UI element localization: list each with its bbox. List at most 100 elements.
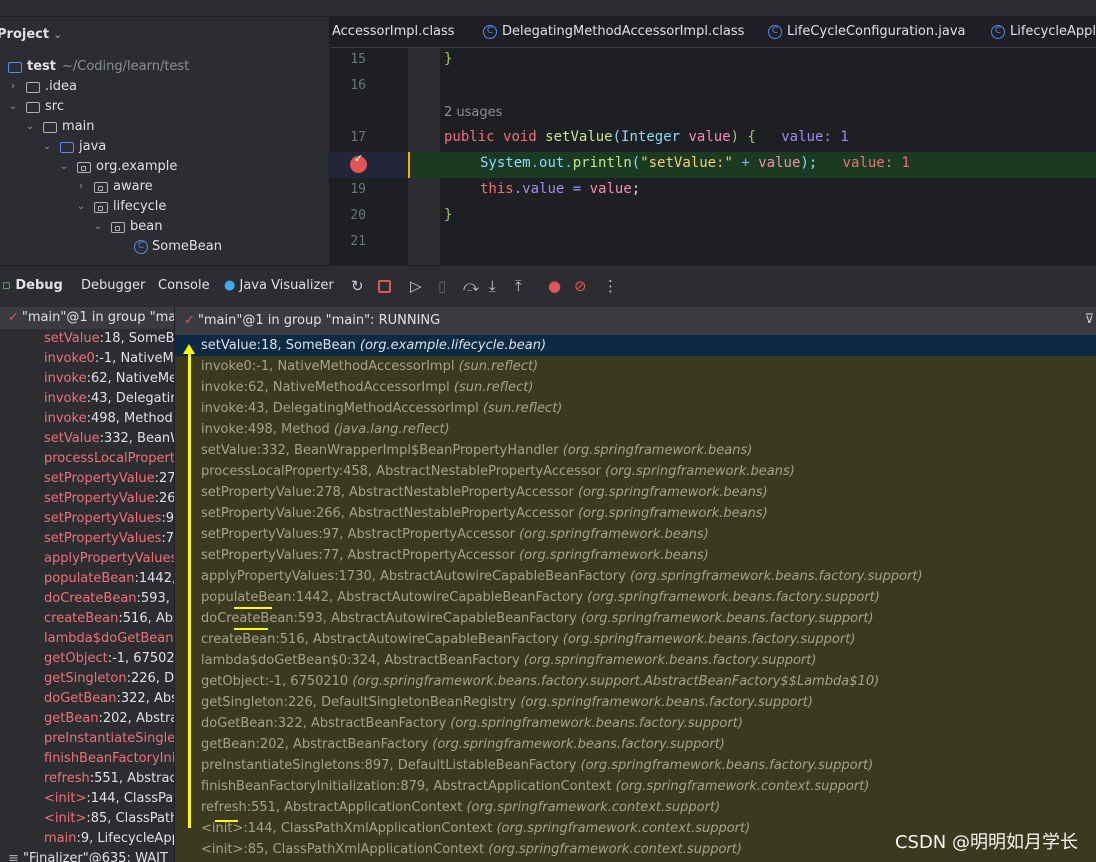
frame-item[interactable]: invoke0:-1, NativeMethodAccessorImpl <box>0 349 174 369</box>
stop-icon[interactable] <box>378 280 391 293</box>
tab-debugger[interactable]: Debugger <box>81 278 145 293</box>
step-over-icon[interactable]: ⤼ <box>463 277 479 295</box>
chevron-down-icon[interactable]: ⌄ <box>40 137 54 157</box>
pause-icon[interactable]: ▯ <box>438 277 446 295</box>
tree-item-lifecycle[interactable]: ⌄ lifecycle <box>74 197 167 217</box>
frame-row[interactable]: applyPropertyValues:1730, AbstractAutowi… <box>175 566 1096 587</box>
frame-row[interactable]: finishBeanFactoryInitialization:879, Abs… <box>175 776 1096 797</box>
frame-row[interactable]: getObject:-1, 6750210 (org.springframewo… <box>175 671 1096 692</box>
token: + <box>741 155 750 171</box>
frame-item[interactable]: refresh:551, AbstractApplicationContext <box>0 769 174 789</box>
frame-row[interactable]: invoke0:-1, NativeMethodAccessorImpl (su… <box>175 356 1096 377</box>
frame-row[interactable]: setPropertyValues:77, AbstractPropertyAc… <box>175 545 1096 566</box>
frame-row[interactable]: setValue:18, SomeBean (org.example.lifec… <box>175 335 1096 356</box>
tree-item-aware[interactable]: › aware <box>74 177 153 197</box>
frame-row[interactable]: setValue:332, BeanWrapperImpl$BeanProper… <box>175 440 1096 461</box>
thread-finalizer[interactable]: ≡ "Finalizer"@635: WAIT <box>0 849 174 862</box>
frame-row[interactable]: invoke:43, DelegatingMethodAccessorImpl … <box>175 398 1096 419</box>
rerun-icon[interactable]: ↻ <box>351 277 364 295</box>
project-view-selector[interactable]: Project ⌄ <box>0 27 62 42</box>
frame-package: (org.springframework.context.support) <box>496 821 751 836</box>
frame-item[interactable]: setValue:18, SomeBean <box>0 329 174 349</box>
frame-item[interactable]: getSingleton:226, DefaultSingletonBeanRe… <box>0 669 174 689</box>
frame-item[interactable]: doGetBean:322, AbstractBeanFactory <box>0 689 174 709</box>
frame-row[interactable]: refresh:551, AbstractApplicationContext … <box>175 797 1096 818</box>
frame-row[interactable]: setPropertyValue:278, AbstractNestablePr… <box>175 482 1096 503</box>
frame-item[interactable]: lambda$doGetBean$0:324, AbstractBeanFact… <box>0 629 174 649</box>
frame-row[interactable]: lambda$doGetBean$0:324, AbstractBeanFact… <box>175 650 1096 671</box>
chevron-down-icon[interactable]: ⌄ <box>23 117 37 137</box>
tab-java-visualizer[interactable]: ● Java Visualizer <box>224 278 334 293</box>
frame-row[interactable]: invoke:62, NativeMethodAccessorImpl (sun… <box>175 377 1096 398</box>
more-icon[interactable]: ⋮ <box>603 277 618 295</box>
chevron-down-icon[interactable]: ⌄ <box>91 217 105 237</box>
editor-tab[interactable]: C LifecycleAppli <box>991 24 1096 39</box>
frame-item[interactable]: invoke:498, Method <box>0 409 174 429</box>
frame-location: :498, Method <box>86 411 173 426</box>
frame-item[interactable]: setPropertyValue:266, AbstractNestablePr… <box>0 489 174 509</box>
frame-item[interactable]: setPropertyValues:77, AbstractPropertyAc… <box>0 529 174 549</box>
frame-method: applyPropertyValues <box>201 569 335 584</box>
frame-row[interactable]: createBean:516, AbstractAutowireCapableB… <box>175 629 1096 650</box>
chevron-right-icon[interactable]: › <box>6 77 20 97</box>
tree-item-idea[interactable]: › .idea <box>6 77 77 97</box>
mute-breakpoints-icon[interactable]: ⊘ <box>574 277 587 295</box>
tree-item-org-example[interactable]: ⌄ org.example <box>57 157 178 177</box>
tree-item-src[interactable]: ⌄ src <box>6 97 64 117</box>
tree-item-main[interactable]: ⌄ main <box>23 117 95 137</box>
frame-row[interactable]: preInstantiateSingletons:897, DefaultLis… <box>175 755 1096 776</box>
chevron-right-icon[interactable]: › <box>74 177 88 197</box>
frame-item[interactable]: preInstantiateSingletons:897, DefaultLis… <box>0 729 174 749</box>
breakpoint-icon[interactable] <box>350 152 367 173</box>
frame-row[interactable]: processLocalProperty:458, AbstractNestab… <box>175 461 1096 482</box>
frame-row[interactable]: setPropertyValue:266, AbstractNestablePr… <box>175 503 1096 524</box>
frame-item[interactable]: processLocalProperty:458, AbstractNestab… <box>0 449 174 469</box>
frame-item[interactable]: setPropertyValues:97, AbstractPropertyAc… <box>0 509 174 529</box>
frame-item[interactable]: getObject:-1, 6750210 <box>0 649 174 669</box>
frame-item[interactable]: invoke:62, NativeMethodAccessorImpl <box>0 369 174 389</box>
step-into-icon[interactable]: ⤓ <box>489 277 496 295</box>
frame-row[interactable]: doGetBean:322, AbstractBeanFactory (org.… <box>175 713 1096 734</box>
chevron-down-icon[interactable]: ⌄ <box>74 197 88 217</box>
tree-item-java[interactable]: ⌄ java <box>40 137 106 157</box>
editor-tab[interactable]: C LifeCycleConfiguration.java <box>768 24 966 39</box>
frame-row[interactable]: getBean:202, AbstractBeanFactory (org.sp… <box>175 734 1096 755</box>
threads-frames-tree[interactable]: ✓"main"@1 in group "main" setValue:18, S… <box>0 307 175 862</box>
frame-row[interactable]: doCreateBean:593, AbstractAutowireCapabl… <box>175 608 1096 629</box>
thread-main[interactable]: ✓"main"@1 in group "main" <box>0 307 174 329</box>
editor-tab[interactable]: C DelegatingMethodAccessorImpl.class <box>483 24 744 39</box>
code-editor[interactable]: AccessorImpl.class C DelegatingMethodAcce… <box>330 17 1096 265</box>
frame-item[interactable]: applyPropertyValues:1730, AbstractAutowi… <box>0 549 174 569</box>
usages-hint[interactable]: 2 usages <box>444 105 502 120</box>
frame-item[interactable]: setValue:332, BeanWrapperImpl$BeanProper… <box>0 429 174 449</box>
frame-row[interactable]: populateBean:1442, AbstractAutowireCapab… <box>175 587 1096 608</box>
frame-item[interactable]: main:9, LifecycleAppl <box>0 829 174 849</box>
frame-row[interactable]: setPropertyValues:97, AbstractPropertyAc… <box>175 524 1096 545</box>
frame-item[interactable]: createBean:516, AbstractAutowireCapableB… <box>0 609 174 629</box>
tree-item-somebean[interactable]: C SomeBean <box>134 237 222 257</box>
frame-item[interactable]: <init>:144, ClassPathXmlApplicationConte… <box>0 789 174 809</box>
tree-item-bean[interactable]: ⌄ bean <box>91 217 163 237</box>
frame-item[interactable]: doCreateBean:593, AbstractAutowireCapabl… <box>0 589 174 609</box>
frame-item[interactable]: finishBeanFactoryInitialization:879, Abs… <box>0 749 174 769</box>
resume-icon[interactable]: ▷ <box>410 277 422 295</box>
frame-item[interactable]: getBean:202, AbstractBeanFactory <box>0 709 174 729</box>
frame-item[interactable]: setPropertyValue:278, AbstractNestablePr… <box>0 469 174 489</box>
chevron-down-icon[interactable]: ⌄ <box>57 157 71 177</box>
filter-icon[interactable]: ⊽ <box>1084 312 1094 327</box>
step-out-icon[interactable]: ⤒ <box>515 277 522 295</box>
frame-item[interactable]: <init>:85, ClassPathXmlApplicationContex… <box>0 809 174 829</box>
frames-list[interactable]: setValue:18, SomeBean (org.example.lifec… <box>175 335 1096 862</box>
frame-item[interactable]: invoke:43, DelegatingMethodAccessorImpl <box>0 389 174 409</box>
frame-row[interactable]: getSingleton:226, DefaultSingletonBeanRe… <box>175 692 1096 713</box>
tree-root[interactable]: test ~/Coding/learn/test <box>8 57 189 77</box>
editor-tab[interactable]: AccessorImpl.class <box>332 24 455 39</box>
frame-location: :85, ClassPathXmlApplicationContext <box>243 842 485 857</box>
token: "setValue:" <box>640 155 733 171</box>
chevron-down-icon[interactable]: ⌄ <box>6 97 20 117</box>
frame-item[interactable]: populateBean:1442, AbstractAutowireCapab… <box>0 569 174 589</box>
view-breakpoints-icon[interactable]: ● <box>548 277 561 295</box>
frame-row[interactable]: invoke:498, Method (java.lang.reflect) <box>175 419 1096 440</box>
tab-console[interactable]: Console <box>158 278 210 293</box>
frame-location: :322, AbstractBeanFactory <box>273 716 447 731</box>
